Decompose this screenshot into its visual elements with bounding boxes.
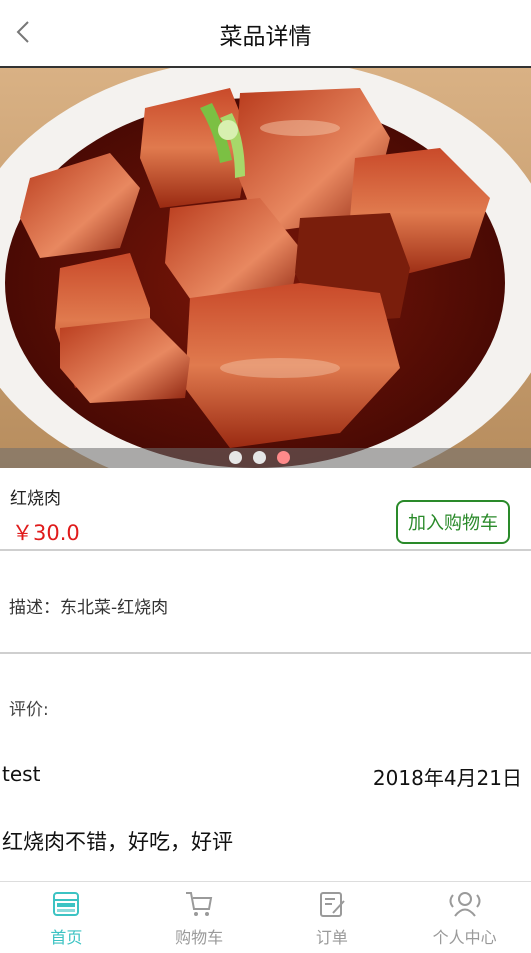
- add-to-cart-button[interactable]: 加入购物车: [396, 500, 510, 544]
- tab-home-label: 首页: [50, 928, 83, 947]
- user-group-icon: [449, 892, 481, 917]
- dish-name: 红烧肉: [10, 489, 61, 509]
- bottom-tab-bar: 首页 购物车 订单 个人中心: [0, 881, 531, 953]
- carousel-dot-1[interactable]: [229, 451, 242, 464]
- home-store-icon: [53, 892, 80, 916]
- tab-orders[interactable]: 订单: [266, 882, 399, 953]
- dish-price: ￥30.0: [12, 521, 80, 545]
- description-section: 描述：东北菜-红烧肉: [0, 551, 531, 654]
- tab-orders-label: 订单: [315, 928, 348, 947]
- carousel-indicator-bar: [0, 448, 531, 468]
- carousel-dot-2[interactable]: [253, 451, 266, 464]
- tab-cart[interactable]: 购物车: [133, 882, 266, 953]
- carousel-dot-3[interactable]: [277, 451, 290, 464]
- dish-info-section: 红烧肉 ￥30.0 加入购物车: [0, 468, 531, 551]
- tab-profile-label: 个人中心: [432, 928, 497, 947]
- cart-icon: [186, 892, 213, 916]
- tab-home[interactable]: 首页: [0, 882, 133, 953]
- tab-cart-label: 购物车: [175, 928, 224, 947]
- page-title: 菜品详情: [219, 24, 312, 50]
- app-header: 菜品详情: [0, 0, 531, 68]
- tab-profile[interactable]: 个人中心: [398, 882, 531, 953]
- review-date: 2018年4月21日: [372, 766, 522, 790]
- dish-description: 描述：东北菜-红烧肉: [9, 598, 169, 618]
- dish-photo: [0, 68, 531, 468]
- reviews-title: 评价:: [9, 700, 49, 720]
- review-user: test: [2, 762, 41, 786]
- review-content: 红烧肉不错，好吃，好评: [2, 830, 233, 854]
- order-icon: [319, 892, 345, 917]
- dish-image-carousel[interactable]: [0, 68, 531, 468]
